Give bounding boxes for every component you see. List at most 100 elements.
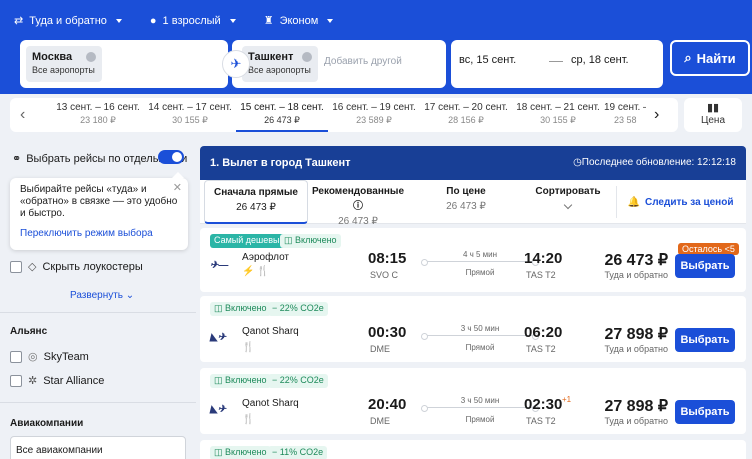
flight-card[interactable]: ◫ Включено − 22% CO2e ◣✈ Qanot Sharq 🍴 2…	[200, 368, 746, 434]
select-flight-button[interactable]: Выбрать	[675, 254, 735, 278]
date-option[interactable]: 17 сент. – 20 сент. 28 156 ₽	[420, 98, 512, 132]
origin-chip[interactable]: Москва Все аэропорты	[26, 46, 102, 82]
search-icon: ⌕	[684, 50, 692, 65]
sort-tab-direct[interactable]: Сначала прямые 26 473 ₽	[204, 180, 308, 224]
included-badge: ◫ Включено	[280, 234, 341, 248]
sort-dropdown[interactable]: Сортировать	[516, 186, 620, 210]
chevron-left-icon[interactable]: ‹	[20, 106, 25, 124]
bag-icon: ◫	[284, 235, 293, 245]
date-option[interactable]: 19 сент. – 2 23 58	[604, 98, 646, 132]
co2-badge: − 22% CO2e	[268, 374, 328, 388]
divider	[0, 402, 196, 403]
bag-icon: ◫	[214, 375, 223, 385]
flight-card[interactable]: Самый дешевый ◫ Включено ✈— Аэрофлот ⚡🍴 …	[200, 228, 746, 292]
flight-duration: 3 ч 50 мин	[460, 396, 500, 405]
trip-type-note: Туда и обратно	[604, 270, 668, 280]
staralliance-checkbox[interactable]	[10, 374, 22, 387]
track-price-label: Следить за ценой	[644, 196, 734, 208]
departure-date[interactable]: вс, 15 сент.	[459, 54, 516, 66]
sort-tab-label-text: Рекомендованные	[311, 186, 405, 197]
flight-card[interactable]: ◫ Включено − 11% CO2e	[200, 440, 746, 459]
alliance-title: Альянс	[10, 326, 48, 337]
flight-price: 27 898 ₽	[604, 398, 668, 415]
co2-badge: − 22% CO2e	[268, 302, 328, 316]
track-price-button[interactable]: 🔔 Следить за ценой	[616, 186, 744, 218]
sort-tab-value: 26 473 ₽	[236, 202, 276, 213]
plane-swap-icon[interactable]: ✈	[222, 50, 250, 78]
sort-tab-recommended[interactable]: Рекомендованные ⓘ 26 473 ₽	[306, 186, 410, 227]
return-date[interactable]: ср, 18 сент.	[571, 54, 629, 66]
date-range: 16 сент. – 19 сент.	[332, 102, 416, 113]
departure-airport: SVO C	[370, 270, 399, 280]
clock-icon: ◷	[573, 157, 582, 168]
departure-airport: DME	[370, 416, 390, 426]
bag-icon: ◫	[214, 303, 223, 313]
date-range: 13 сент. – 16 сент.	[56, 102, 140, 113]
remove-icon[interactable]	[86, 52, 96, 62]
hide-lowcost-checkbox[interactable]	[10, 260, 22, 273]
sort-tab-value: 26 473 ₽	[446, 201, 486, 212]
destination-airports: Все аэропорты	[248, 65, 311, 75]
trip-type-select[interactable]: ⇄ Туда и обратно	[14, 14, 122, 27]
search-button[interactable]: ⌕ Найти	[670, 40, 750, 76]
date-option[interactable]: 14 сент. – 17 сент. 30 155 ₽	[144, 98, 236, 132]
search-header: ⇄ Туда и обратно ● 1 взрослый ♜ Эконом М…	[0, 0, 752, 94]
airline-name: Qanot Sharq	[242, 398, 299, 409]
alliance-staralliance-row[interactable]: ✲ Star Alliance	[10, 374, 104, 387]
arrival-airport: TAS T2	[526, 416, 556, 426]
route-line	[421, 333, 539, 340]
alliance-skyteam-row[interactable]: ◎ SkyTeam	[10, 350, 89, 363]
bar-chart-icon: ▮▮	[706, 102, 720, 114]
included-text: Включено	[295, 235, 337, 245]
cabin-select[interactable]: ♜ Эконом	[264, 14, 334, 27]
airlines-select[interactable]: Все авиакомпании	[10, 436, 186, 459]
tooltip-text: Выбирайте рейсы «туда» и «обратно» в свя…	[20, 184, 178, 219]
date-option[interactable]: 18 сент. – 21 сент. 30 155 ₽	[512, 98, 604, 132]
passengers-select[interactable]: ● 1 взрослый	[150, 14, 236, 27]
date-option-selected[interactable]: 15 сент. – 18 сент. 26 473 ₽	[236, 98, 328, 132]
flight-price: 27 898 ₽	[604, 326, 668, 343]
passengers-label: 1 взрослый	[162, 14, 221, 27]
arrival-airport: TAS T2	[526, 270, 556, 280]
flight-card[interactable]: ◫ Включено − 22% CO2e ◣✈ Qanot Sharq 🍴 0…	[200, 296, 746, 362]
sort-tab-label: По цене	[446, 186, 486, 197]
hide-lowcost-row[interactable]: ◇ Скрыть лоукостеры	[10, 260, 143, 273]
date-separator	[549, 61, 563, 62]
dates-field[interactable]: вс, 15 сент. ср, 18 сент.	[451, 40, 663, 88]
chevron-right-icon[interactable]: ›	[654, 106, 659, 124]
date-range: 14 сент. – 17 сент.	[148, 102, 232, 113]
flight-duration: 3 ч 50 мин	[460, 324, 500, 333]
sort-tab-price[interactable]: По цене 26 473 ₽	[414, 186, 518, 212]
included-badge: ◫ Включено	[210, 374, 271, 388]
last-update-text: Последнее обновление: 12:12:18	[581, 157, 736, 168]
expand-link[interactable]: Развернуть ⌄	[70, 290, 134, 301]
flight-price: 26 473 ₽	[604, 252, 668, 269]
date-price: 26 473 ₽	[264, 115, 300, 125]
add-destination-placeholder[interactable]: Добавить другой	[324, 56, 402, 67]
skyteam-checkbox[interactable]	[10, 350, 22, 363]
chevron-down-icon	[327, 18, 334, 23]
stops-info: Прямой	[465, 343, 495, 352]
select-flight-button[interactable]: Выбрать	[675, 400, 735, 424]
close-icon[interactable]: ✕	[173, 182, 182, 194]
separate-flights-toggle[interactable]	[158, 150, 184, 164]
remove-icon[interactable]	[302, 52, 312, 62]
select-flight-button[interactable]: Выбрать	[675, 328, 735, 352]
date-option[interactable]: 13 сент. – 16 сент. 23 180 ₽	[52, 98, 144, 132]
amenities-icons: 🍴	[242, 414, 257, 425]
skyteam-logo-icon: ◎	[28, 351, 38, 363]
destination-chip[interactable]: Ташкент Все аэропорты	[242, 46, 318, 82]
price-chart-label: Цена	[700, 115, 726, 126]
destination-field[interactable]: Ташкент Все аэропорты Добавить другой	[232, 40, 446, 88]
amenities-icons: ⚡🍴	[242, 266, 271, 277]
tag-icon: ◇	[28, 261, 37, 273]
origin-field[interactable]: Москва Все аэропорты	[20, 40, 228, 88]
date-option[interactable]: 16 сент. – 19 сент. 23 589 ₽	[328, 98, 420, 132]
expand-label: Развернуть	[70, 290, 124, 301]
info-icon: ⓘ	[353, 201, 363, 212]
price-chart-button[interactable]: ▮▮ Цена	[684, 98, 742, 132]
switch-mode-link[interactable]: Переключить режим выбора	[20, 228, 178, 240]
date-price: 30 155 ₽	[540, 115, 576, 125]
results-panel: 1. Вылет в город Ташкент ◷Последнее обно…	[200, 146, 746, 459]
sort-tab-value: 26 473 ₽	[338, 216, 378, 227]
